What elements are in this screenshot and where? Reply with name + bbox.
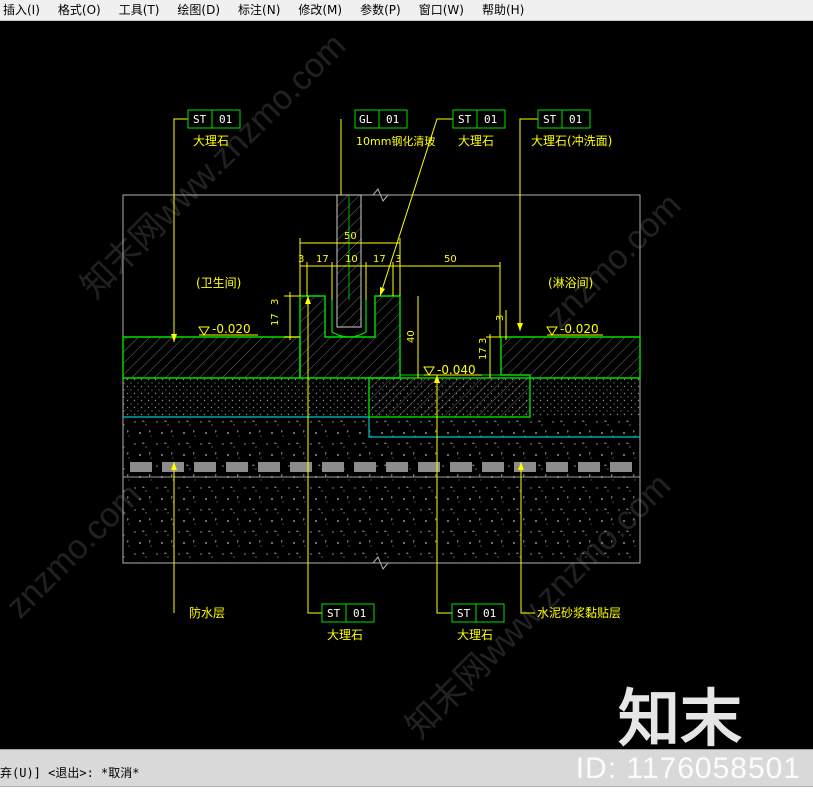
menu-dimension[interactable]: 标注(N) — [229, 0, 289, 20]
dim-3b: 3 — [395, 254, 401, 265]
room-label-right: (淋浴间) — [548, 276, 593, 290]
marble-floor-left — [122, 336, 301, 379]
tag-top-center[interactable]: ST 01 大理石 — [452, 109, 506, 148]
tag-label: 大理石 — [193, 134, 229, 148]
dim-left-17: 17 — [270, 313, 281, 326]
marble-floor-right — [500, 336, 641, 379]
dim-right-3: 3 — [478, 338, 489, 344]
level-left: -0.020 — [212, 322, 251, 336]
tag-code: ST — [458, 113, 472, 126]
label-waterproof: 防水层 — [189, 605, 225, 620]
command-input[interactable] — [0, 786, 813, 809]
tag-num: 01 — [484, 113, 497, 126]
tag-code: GL — [359, 113, 373, 126]
dim-left-3: 3 — [270, 299, 281, 305]
tag-label: 大理石(冲洗面) — [531, 133, 612, 148]
dim-10: 10 — [345, 254, 358, 265]
level-marker-left: -0.020 — [198, 322, 258, 336]
menu-parameters[interactable]: 参数(P) — [351, 0, 410, 20]
menu-draw[interactable]: 绘图(D) — [168, 0, 229, 20]
command-history: 弃(U)] <退出>: *取消* — [0, 766, 140, 780]
room-label-left: (卫生间) — [196, 276, 241, 290]
level-center: -0.040 — [437, 363, 476, 377]
tag-num: 01 — [483, 607, 496, 620]
watermark-id: ID: 1176058501 — [575, 752, 801, 785]
marble-threshold — [368, 377, 531, 418]
menu-insert[interactable]: 插入(I) — [0, 0, 49, 20]
menu-modify[interactable]: 修改(M) — [289, 0, 351, 20]
tag-code: ST — [193, 113, 207, 126]
tag-label: 大理石 — [457, 628, 493, 642]
tag-num: 01 — [219, 113, 232, 126]
watermark-logo: 知末 — [618, 682, 743, 755]
label-mortar: 水泥砂浆黏贴层 — [537, 605, 621, 620]
menu-bar: 插入(I) 格式(O) 工具(T) 绘图(D) 标注(N) 修改(M) 参数(P… — [0, 0, 813, 21]
tag-num: 01 — [386, 113, 399, 126]
concrete-slab — [123, 417, 640, 563]
tag-label: 10mm钢化清玻 — [356, 134, 435, 148]
tag-label: 大理石 — [458, 134, 494, 148]
svg-text:znzmo.com: znzmo.com — [539, 186, 689, 336]
dim-right-top-3: 3 — [495, 315, 506, 321]
dim-depth-40: 40 — [406, 330, 417, 343]
dim-right-17: 17 — [478, 347, 489, 360]
tag-code: ST — [457, 607, 471, 620]
tag-bottom-left[interactable]: ST 01 大理石 — [321, 603, 375, 642]
dim-17a: 17 — [316, 254, 329, 265]
dim-right-50: 50 — [444, 254, 457, 265]
tag-code: ST — [543, 113, 557, 126]
cad-drawing: 知末网www.znzmo.com znzmo.com znzmo.com 知末网… — [0, 26, 689, 745]
menu-window[interactable]: 窗口(W) — [410, 0, 473, 20]
tag-num: 01 — [353, 607, 366, 620]
tag-code: ST — [327, 607, 341, 620]
dim-top-50: 50 — [344, 231, 357, 242]
dim-3a: 3 — [298, 254, 304, 265]
level-marker-center: -0.040 — [423, 363, 482, 377]
menu-tools[interactable]: 工具(T) — [110, 0, 169, 20]
tag-num: 01 — [569, 113, 582, 126]
tag-label: 大理石 — [327, 628, 363, 642]
menu-format[interactable]: 格式(O) — [49, 0, 110, 20]
dim-17b: 17 — [373, 254, 386, 265]
menu-help[interactable]: 帮助(H) — [473, 0, 533, 20]
level-right: -0.020 — [560, 322, 599, 336]
svg-text:知末网www.znzmo.com: 知末网www.znzmo.com — [74, 26, 353, 305]
tag-glass[interactable]: GL 01 10mm钢化清玻 — [354, 109, 435, 148]
drawing-canvas[interactable]: 知末网www.znzmo.com znzmo.com znzmo.com 知末网… — [0, 21, 813, 749]
tag-top-right[interactable]: ST 01 大理石(冲洗面) — [531, 109, 612, 148]
